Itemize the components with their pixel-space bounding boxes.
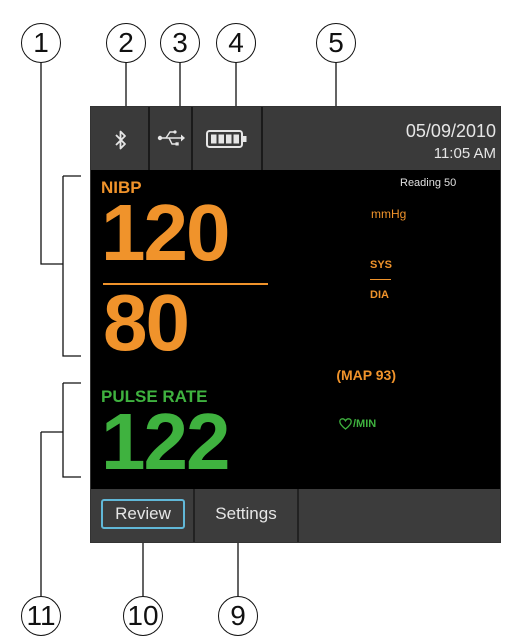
battery-indicator[interactable]	[191, 107, 261, 170]
systolic-value: 120	[101, 188, 230, 277]
date-display: 05/09/2010	[405, 121, 496, 141]
settings-button[interactable]: Settings	[195, 489, 297, 539]
pulse-rate-value: 122	[101, 397, 230, 486]
callout-5: 5	[316, 23, 356, 63]
status-bar: 05/09/2010 11:05 AM	[91, 107, 500, 170]
per-min-label: /MIN	[353, 418, 377, 430]
bluetooth-indicator[interactable]	[91, 107, 148, 170]
callout-11: 11	[21, 596, 61, 636]
callout-9: 9	[218, 596, 258, 636]
map-value: (MAP 93)	[336, 367, 396, 383]
reading-number: Reading 50	[400, 177, 457, 189]
callout-3: 3	[160, 23, 200, 63]
leader-bracket-1	[62, 176, 81, 357]
dia-label: DIA	[370, 289, 389, 301]
monitor-screen: 05/09/2010 11:05 AM Reading 50 NIBP mmHg…	[90, 106, 501, 543]
usb-icon	[157, 130, 185, 146]
review-tab[interactable]: Review	[91, 489, 195, 542]
sys-dia-label-divider	[370, 279, 391, 280]
bottom-nav-bar: Review Settings	[91, 489, 500, 542]
heart-icon	[339, 418, 352, 430]
battery-icon	[206, 130, 247, 148]
callout-2: 2	[106, 23, 146, 63]
diastolic-value: 80	[103, 278, 190, 367]
nibp-unit: mmHg	[371, 207, 407, 221]
review-button[interactable]: Review	[101, 499, 185, 529]
time-display: 11:05 AM	[433, 145, 496, 162]
callout-4: 4	[216, 23, 256, 63]
empty-tab-slot	[299, 489, 500, 542]
usb-indicator[interactable]	[148, 107, 191, 170]
callout-1: 1	[21, 23, 61, 63]
settings-tab[interactable]: Settings	[195, 489, 299, 542]
leader-1	[40, 61, 63, 265]
callout-10: 10	[123, 596, 163, 636]
date-time-panel[interactable]: 05/09/2010 11:05 AM	[261, 107, 500, 170]
bluetooth-icon	[115, 130, 126, 150]
sys-label: SYS	[370, 259, 393, 271]
leader-bracket-11	[62, 383, 81, 478]
pulse-rate-unit: /MIN	[339, 418, 376, 430]
